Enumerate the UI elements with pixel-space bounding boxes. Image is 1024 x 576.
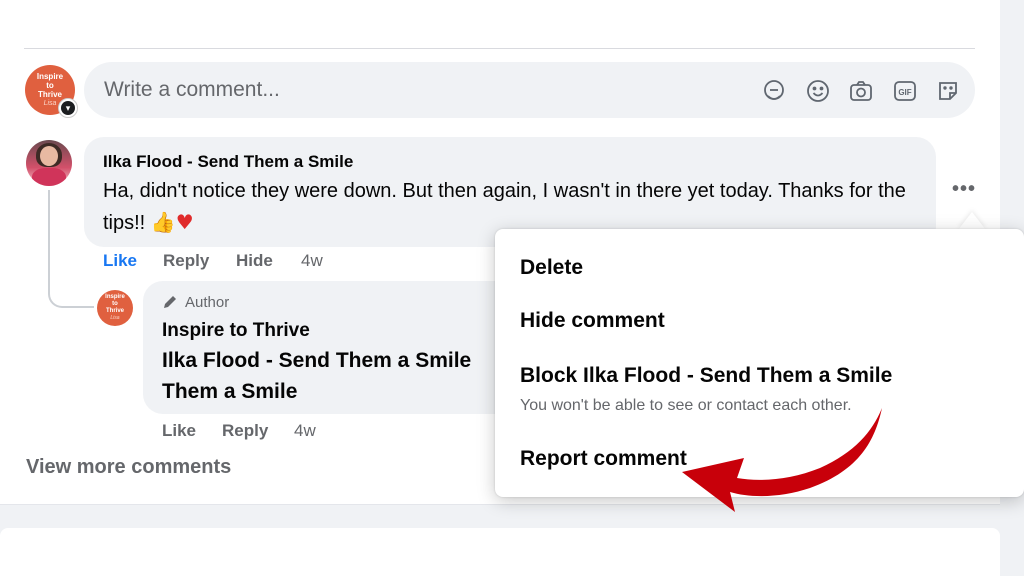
sticker-icon[interactable] [935, 78, 961, 104]
menu-item-delete[interactable]: Delete [520, 256, 583, 280]
pencil-icon [164, 296, 176, 308]
red-arrow-annotation [682, 408, 882, 512]
author-badge: Author [161, 293, 229, 311]
profile-switch-chevron[interactable]: ▾ [58, 98, 78, 118]
reply-like-button[interactable]: Like [162, 421, 196, 441]
svg-text:GIF: GIF [898, 88, 911, 97]
avatar-sticker-icon[interactable] [761, 78, 787, 104]
reply-mention-line1[interactable]: Ilka Flood - Send Them a Smile [162, 345, 523, 376]
menu-item-block-user[interactable]: Block Ilka Flood - Send Them a Smile [520, 364, 892, 388]
reply-author[interactable]: Inspire to Thrive [162, 320, 310, 342]
commenter-avatar[interactable] [26, 140, 72, 186]
more-options-button[interactable]: ••• [952, 178, 976, 201]
hide-button[interactable]: Hide [236, 251, 273, 271]
reply-avatar[interactable]: Inspire to Thrive Lisa [97, 290, 133, 326]
like-button[interactable]: Like [103, 251, 137, 271]
heart-emoji: ♥ [175, 210, 194, 234]
reply-button[interactable]: Reply [163, 251, 209, 271]
view-more-comments-link[interactable]: View more comments [26, 456, 231, 479]
comment-author[interactable]: Ilka Flood - Send Them a Smile [103, 152, 353, 172]
comment-composer[interactable]: GIF [84, 62, 975, 118]
menu-item-hide-comment[interactable]: Hide comment [520, 309, 665, 333]
reply-mention-line2[interactable]: Them a Smile [162, 376, 523, 407]
gif-icon[interactable]: GIF [892, 78, 918, 104]
next-post-card [0, 528, 1000, 576]
comment-timestamp[interactable]: 4w [301, 251, 323, 271]
reply-text: Ilka Flood - Send Them a Smile Them a Sm… [162, 345, 523, 407]
divider [24, 48, 975, 49]
camera-icon[interactable] [848, 78, 874, 104]
reply-bubble: Author Inspire to Thrive Ilka Flood - Se… [143, 281, 523, 414]
thumbs-up-emoji: 👍 [150, 210, 176, 234]
chevron-down-icon: ▾ [61, 101, 75, 115]
emoji-icon[interactable] [805, 78, 831, 104]
comment-input[interactable] [104, 62, 504, 118]
menu-caret [958, 212, 986, 230]
reply-timestamp[interactable]: 4w [294, 421, 316, 441]
reply-reply-button[interactable]: Reply [222, 421, 268, 441]
